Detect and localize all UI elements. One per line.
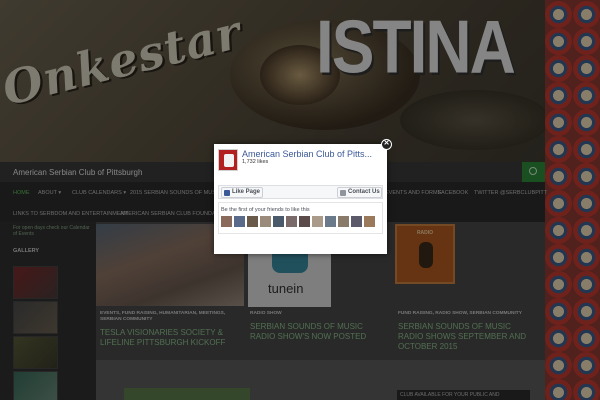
- pattern-tile: [545, 163, 572, 190]
- friend-avatar[interactable]: [299, 216, 310, 227]
- gallery-thumbnail[interactable]: [13, 266, 58, 299]
- friend-avatar[interactable]: [325, 216, 336, 227]
- gallery-thumbnail[interactable]: [13, 371, 58, 400]
- pattern-tile: [545, 352, 572, 379]
- nav-item-club-calendars[interactable]: CLUB CALENDARS ▾: [72, 190, 126, 196]
- post-image-radio[interactable]: RADIO: [395, 224, 455, 284]
- background-pattern: [545, 0, 600, 400]
- pattern-tile: [545, 82, 572, 109]
- nav-item-foundation[interactable]: AMERICAN SERBIAN CLUB FOUNDATION: [120, 211, 228, 217]
- friend-avatar[interactable]: [351, 216, 362, 227]
- nav-item-about[interactable]: ABOUT ▾: [38, 190, 61, 196]
- post-title[interactable]: TESLA VISIONARIES SOCIETY & LIFELINE PIT…: [100, 328, 242, 348]
- friend-avatar[interactable]: [312, 216, 323, 227]
- friend-avatar[interactable]: [364, 216, 375, 227]
- friend-avatar[interactable]: [273, 216, 284, 227]
- friend-avatar[interactable]: [247, 216, 258, 227]
- gallery-thumbnail[interactable]: [13, 301, 58, 334]
- pattern-tile: [573, 163, 600, 190]
- like-page-button[interactable]: Like Page: [221, 187, 263, 198]
- close-icon[interactable]: ✕: [381, 139, 392, 150]
- nav-item-facebook[interactable]: FACEBOOK: [438, 190, 468, 196]
- pattern-tile: [573, 136, 600, 163]
- pattern-tile: [573, 271, 600, 298]
- pattern-tile: [545, 136, 572, 163]
- radio-label: RADIO: [416, 230, 434, 236]
- gallery-heading: GALLERY: [13, 248, 40, 254]
- pattern-tile: [573, 109, 600, 136]
- club-logo-icon[interactable]: [218, 149, 238, 171]
- widget-heading: CLUB AVAILABLE FOR YOUR PUBLIC AND: [400, 392, 500, 398]
- pattern-tile: [545, 28, 572, 55]
- friends-prompt: Be the first of your friends to like thi…: [221, 207, 310, 213]
- pattern-tile: [573, 298, 600, 325]
- post-title[interactable]: SERBIAN SOUNDS OF MUSIC RADIO SHOWS SEPT…: [398, 322, 538, 352]
- post-categories[interactable]: RADIO SHOW: [250, 311, 282, 317]
- friend-avatar[interactable]: [234, 216, 245, 227]
- pattern-tile: [545, 298, 572, 325]
- microphone-icon: [419, 242, 433, 268]
- contact-us-label: Contact Us: [348, 189, 380, 195]
- pattern-tile: [545, 109, 572, 136]
- pattern-tile: [573, 82, 600, 109]
- contact-us-button[interactable]: Contact Us: [337, 187, 382, 198]
- banner-photo-shape: [400, 90, 545, 150]
- pattern-tile: [573, 55, 600, 82]
- pattern-tile: [573, 244, 600, 271]
- gallery-thumbnail[interactable]: [13, 336, 58, 369]
- site-title[interactable]: American Serbian Club of Pittsburgh: [13, 168, 142, 177]
- pattern-tile: [545, 325, 572, 352]
- widget-heading-bar: CLUB AVAILABLE FOR YOUR PUBLIC AND: [397, 390, 530, 400]
- pattern-tile: [545, 55, 572, 82]
- post-categories[interactable]: EVENTS, FUND RAISING, HUMANITARIAN, MEET…: [100, 311, 242, 323]
- friend-avatar[interactable]: [338, 216, 349, 227]
- pattern-tile: [573, 325, 600, 352]
- nav-item-twitter[interactable]: TWITTER @SERBCLUBPITT: [474, 190, 547, 196]
- nav-item-events-forms[interactable]: EVENTS AND FORMS: [385, 190, 441, 196]
- sidebar-intro-text: For open days check our Calendar of Even…: [13, 225, 90, 237]
- pattern-tile: [545, 271, 572, 298]
- holiday-banner-image[interactable]: [124, 388, 250, 400]
- pattern-tile: [545, 217, 572, 244]
- post-title[interactable]: SERBIAN SOUNDS OF MUSIC RADIO SHOW'S NOW…: [250, 322, 390, 342]
- banner-block-text: ISTINA: [316, 4, 516, 90]
- pattern-tile: [545, 244, 572, 271]
- pattern-tile: [573, 1, 600, 28]
- facebook-icon: [224, 189, 230, 196]
- message-icon: [340, 189, 346, 196]
- pattern-tile: [545, 1, 572, 28]
- pattern-tile: [573, 190, 600, 217]
- like-page-label: Like Page: [232, 189, 261, 195]
- search-toggle-icon[interactable]: [522, 162, 545, 182]
- friend-avatar[interactable]: [260, 216, 271, 227]
- pattern-tile: [573, 352, 600, 379]
- friend-avatar[interactable]: [221, 216, 232, 227]
- facebook-page-popup: American Serbian Club of Pitts... 1,732 …: [214, 144, 387, 254]
- nav-item-links[interactable]: LINKS TO SERBDOM AND ENTERTAINMENT: [13, 211, 128, 217]
- nav-item-home[interactable]: HOME: [13, 190, 30, 196]
- post-categories[interactable]: FUND RAISING, RADIO SHOW, SERBIAN COMMUN…: [398, 311, 522, 317]
- popup-page-name[interactable]: American Serbian Club of Pitts...: [242, 149, 382, 159]
- popup-like-count: 1,732 likes: [242, 159, 269, 165]
- pattern-tile: [545, 379, 572, 400]
- header-banner-image[interactable]: Onkestar ISTINA: [0, 0, 545, 162]
- friend-avatar[interactable]: [286, 216, 297, 227]
- pattern-tile: [573, 379, 600, 400]
- pattern-tile: [573, 217, 600, 244]
- pattern-tile: [573, 28, 600, 55]
- tunein-logo-text: tunein: [268, 281, 304, 296]
- browser-page: Onkestar ISTINA American Serbian Club of…: [0, 0, 600, 400]
- banner-script-text: Onkestar: [0, 4, 247, 117]
- popup-action-bar: Like Page Contact Us: [218, 185, 383, 199]
- pattern-tile: [545, 190, 572, 217]
